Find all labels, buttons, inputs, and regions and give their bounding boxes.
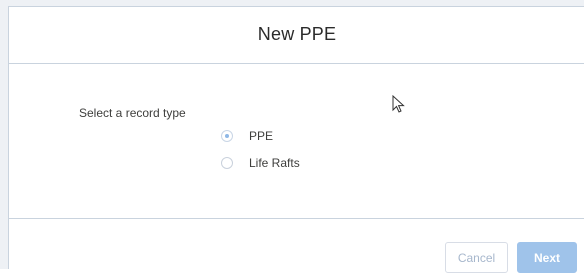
record-type-option-label: Life Rafts [249,156,300,170]
record-type-option-life-rafts[interactable]: Life Rafts [221,154,300,172]
modal-header: New PPE [9,7,584,64]
next-button[interactable]: Next [517,242,577,273]
left-edge [0,0,8,269]
radio-selected-icon[interactable] [221,130,233,142]
record-type-label: Select a record type [79,106,186,120]
mouse-pointer-icon [392,95,405,113]
new-record-modal: New PPE Select a record type PPE Life Ra… [8,6,584,273]
record-type-option-ppe[interactable]: PPE [221,127,273,145]
modal-body: Select a record type PPE Life Rafts [9,64,584,218]
modal-footer: Cancel Next [9,218,584,273]
record-type-option-label: PPE [249,129,274,143]
modal-title: New PPE [257,24,337,44]
radio-unselected-icon[interactable] [221,157,233,169]
cancel-button[interactable]: Cancel [445,242,508,273]
